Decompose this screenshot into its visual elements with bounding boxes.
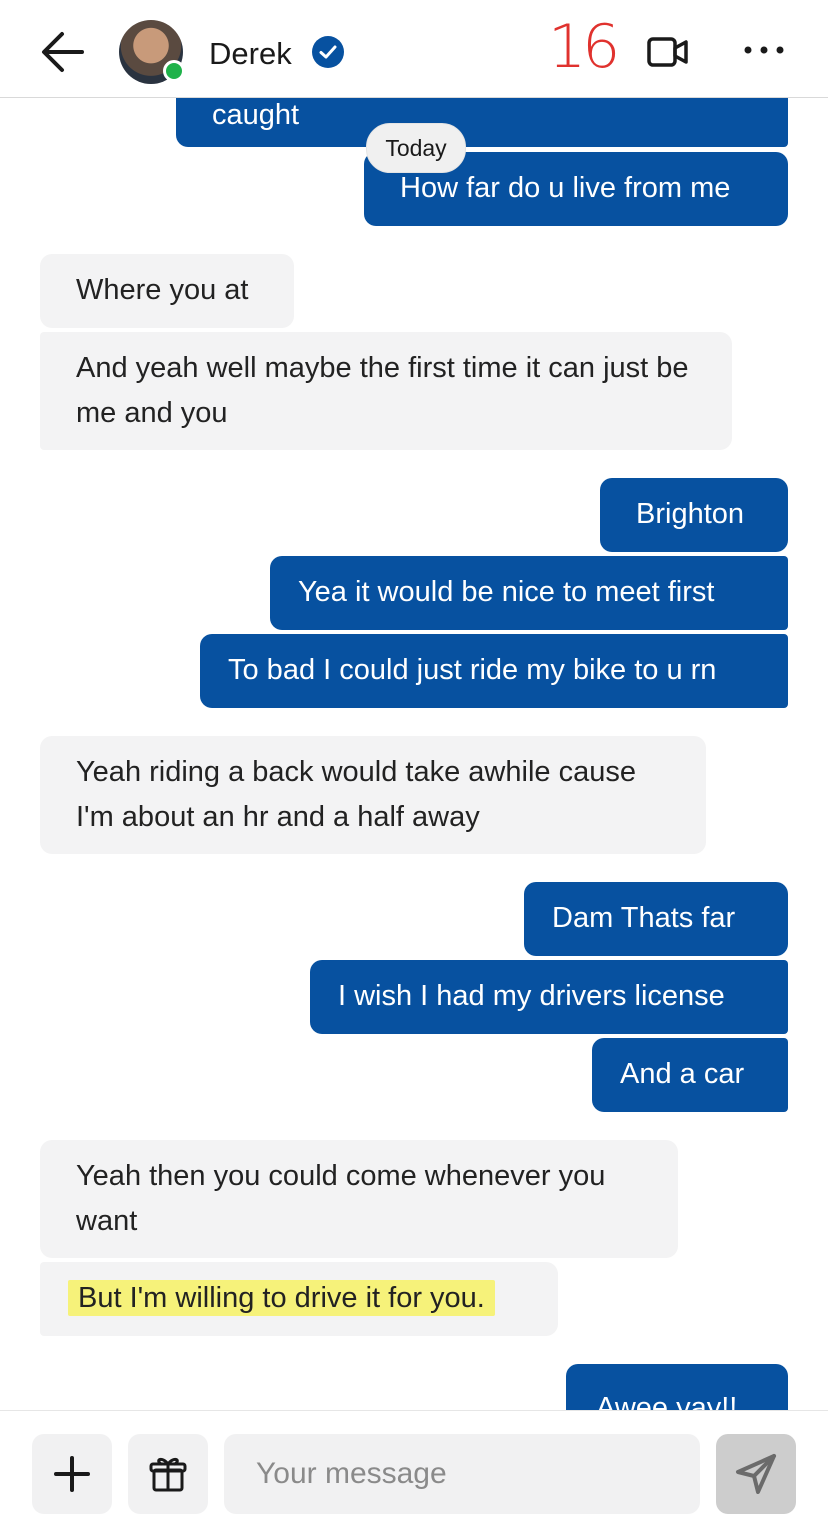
send-icon <box>736 1454 776 1494</box>
outgoing-message[interactable]: To bad I could just ride my bike to u rn <box>200 634 788 708</box>
message-text: Dam Thats far <box>552 902 736 934</box>
message-composer <box>0 1410 828 1514</box>
message-text: Yea it would be nice to meet first <box>298 576 715 608</box>
contact-avatar[interactable] <box>119 20 185 84</box>
message-input[interactable] <box>224 1434 700 1514</box>
incoming-message[interactable]: Yeah then you could come whenever you wa… <box>40 1140 678 1258</box>
outgoing-message[interactable]: And a car <box>592 1038 788 1112</box>
outgoing-message[interactable]: Brighton <box>600 478 788 552</box>
outgoing-message[interactable]: Dam Thats far <box>524 882 788 956</box>
handwritten-annotation: 16 <box>548 12 620 82</box>
message-text: And yeah well maybe the first time it ca… <box>76 352 689 429</box>
highlighted-message-text: But I'm willing to drive it for you. <box>68 1280 495 1316</box>
incoming-message[interactable]: And yeah well maybe the first time it ca… <box>40 332 732 450</box>
message-text: And a car <box>620 1058 745 1090</box>
outgoing-message[interactable]: Awee yay!! <box>566 1364 788 1410</box>
back-arrow-icon <box>42 32 84 72</box>
video-call-icon <box>647 37 688 67</box>
message-text: Brighton <box>636 498 745 530</box>
more-options-button[interactable] <box>740 38 788 62</box>
video-call-button[interactable] <box>646 34 690 70</box>
more-options-icon <box>744 46 784 54</box>
message-thread[interactable]: caught Today How far do u live from me W… <box>0 97 828 1410</box>
day-separator: Today <box>366 123 466 173</box>
message-text: Yeah riding a back would take awhile cau… <box>76 756 636 833</box>
message-text: Awee yay!! <box>596 1392 738 1410</box>
message-text: To bad I could just ride my bike to u rn <box>228 654 717 686</box>
gift-icon <box>149 1457 187 1492</box>
contact-name[interactable]: Derek <box>209 36 292 72</box>
incoming-message[interactable]: But I'm willing to drive it for you. <box>40 1262 558 1336</box>
outgoing-message[interactable]: Yea it would be nice to meet first <box>270 556 788 630</box>
plus-icon <box>54 1456 90 1492</box>
message-text: Where you at <box>76 274 249 306</box>
send-button[interactable] <box>716 1434 796 1514</box>
message-text: How far do u live from me <box>400 172 731 204</box>
outgoing-message[interactable]: I wish I had my drivers license <box>310 960 788 1034</box>
gift-button[interactable] <box>128 1434 208 1514</box>
incoming-message[interactable]: Where you at <box>40 254 294 328</box>
verified-badge-icon <box>312 36 344 68</box>
message-text: I wish I had my drivers license <box>338 980 725 1012</box>
outgoing-message[interactable]: caught <box>176 97 788 147</box>
incoming-message[interactable]: Yeah riding a back would take awhile cau… <box>40 736 706 854</box>
message-text: caught <box>212 99 300 131</box>
message-text: Yeah then you could come whenever you wa… <box>76 1160 606 1237</box>
online-status-indicator <box>163 60 185 82</box>
add-attachment-button[interactable] <box>32 1434 112 1514</box>
chat-header: Derek 16 <box>0 0 828 98</box>
back-button[interactable] <box>38 28 90 76</box>
